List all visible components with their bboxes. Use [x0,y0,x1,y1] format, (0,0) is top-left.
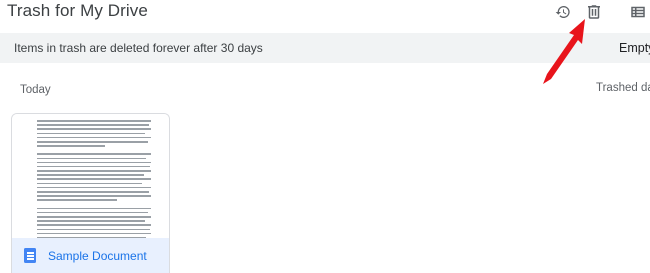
thumbnail-line [37,136,151,139]
thumbnail-line [37,170,151,172]
list-view-button[interactable] [627,1,649,23]
thumbnail-line [37,174,145,176]
file-card-footer: Sample Document [12,238,169,273]
thumbnail-line [37,186,151,189]
thumbnail-line [37,178,151,181]
thumbnail-line [37,211,148,214]
banner-message: Items in trash are deleted forever after… [14,41,263,55]
document-thumbnail [12,114,169,264]
thumbnail-line [37,128,151,130]
page-title: Trash for My Drive [7,1,148,20]
empty-trash-link[interactable]: Empty [619,41,650,55]
thumbnail-line [37,228,150,231]
history-icon [555,6,570,18]
trash-icon [588,5,600,19]
thumbnail-line [37,132,146,135]
file-card[interactable]: Sample Document [11,113,170,273]
trashed-date-sort[interactable]: Trashed date [596,82,650,94]
file-name: Sample Document [48,249,147,263]
thumbnail-line [37,120,151,122]
google-docs-icon [24,248,36,263]
thumbnail-line [37,220,146,222]
thumbnail-line [37,199,117,201]
thumbnail-line [37,195,151,197]
trash-info-banner: Items in trash are deleted forever after… [0,33,650,63]
thumbnail-line [37,161,151,164]
thumbnail-line [37,157,147,160]
thumbnail-line [37,145,106,147]
thumbnail-line [37,165,150,168]
list-view-icon [631,6,645,18]
thumbnail-line [37,191,149,193]
thumbnail-line [37,232,151,235]
thumbnail-line [37,215,151,218]
history-button[interactable] [552,1,574,23]
trash-header: Trash for My Drive [0,0,650,26]
thumbnail-line [37,224,151,226]
thumbnail-line [37,182,142,185]
thumbnail-line [37,124,149,126]
thumbnail-line [37,207,151,210]
empty-trash-button[interactable] [583,1,605,23]
thumbnail-line [37,153,151,155]
section-label-today: Today [20,84,51,96]
thumbnail-line [37,140,148,143]
